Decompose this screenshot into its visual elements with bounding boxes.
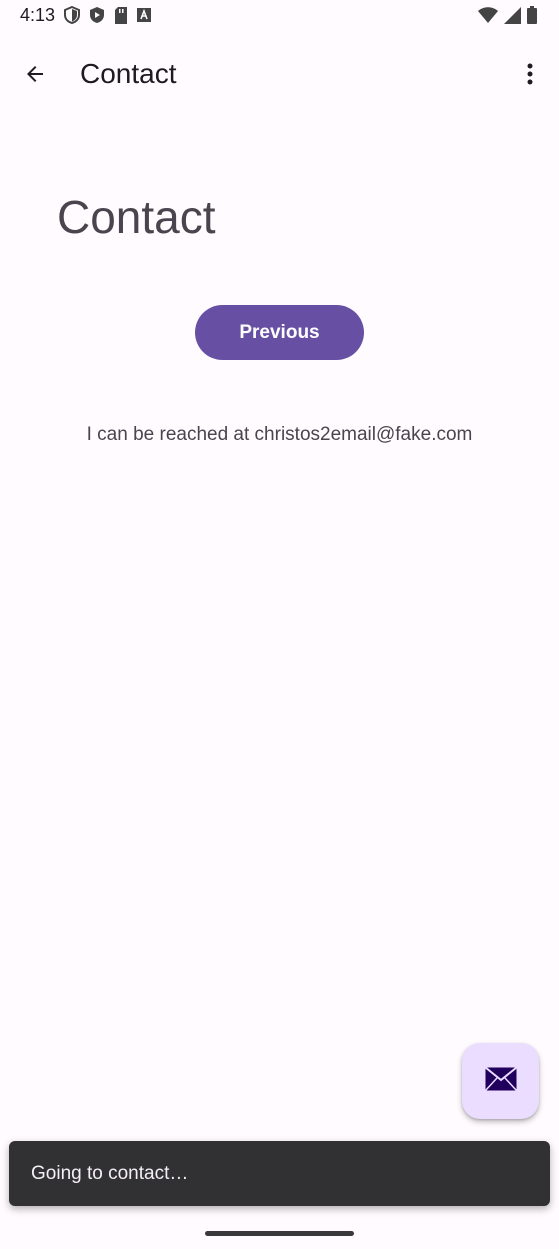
- font-a-icon: [137, 8, 152, 22]
- snackbar-message: Going to contact…: [31, 1162, 189, 1184]
- status-right: [478, 6, 537, 24]
- contact-text: I can be reached at christos2email@fake.…: [86, 424, 473, 445]
- shield-icon: [64, 6, 81, 24]
- navigation-gesture-handle[interactable]: [205, 1231, 354, 1236]
- snackbar: Going to contact…: [9, 1141, 550, 1206]
- back-button[interactable]: [11, 52, 59, 100]
- page-heading: Contact: [57, 191, 216, 243]
- status-left: 4:13: [20, 4, 152, 26]
- previous-button[interactable]: Previous: [195, 305, 364, 360]
- more-vert-icon: [527, 62, 533, 91]
- arrow-back-icon: [23, 62, 47, 91]
- sd-card-icon: [114, 6, 128, 24]
- top-app-bar: Contact: [0, 40, 559, 112]
- mail-icon: [484, 1066, 518, 1097]
- overflow-menu-button[interactable]: [506, 52, 554, 100]
- email-fab[interactable]: [462, 1043, 539, 1119]
- status-bar: 4:13: [0, 0, 559, 30]
- signal-icon: [504, 6, 521, 24]
- status-time: 4:13: [20, 4, 56, 25]
- app-bar-title: Contact: [80, 58, 177, 89]
- battery-icon: [527, 6, 537, 24]
- wifi-icon: [478, 7, 498, 23]
- play-protect-icon: [89, 6, 105, 24]
